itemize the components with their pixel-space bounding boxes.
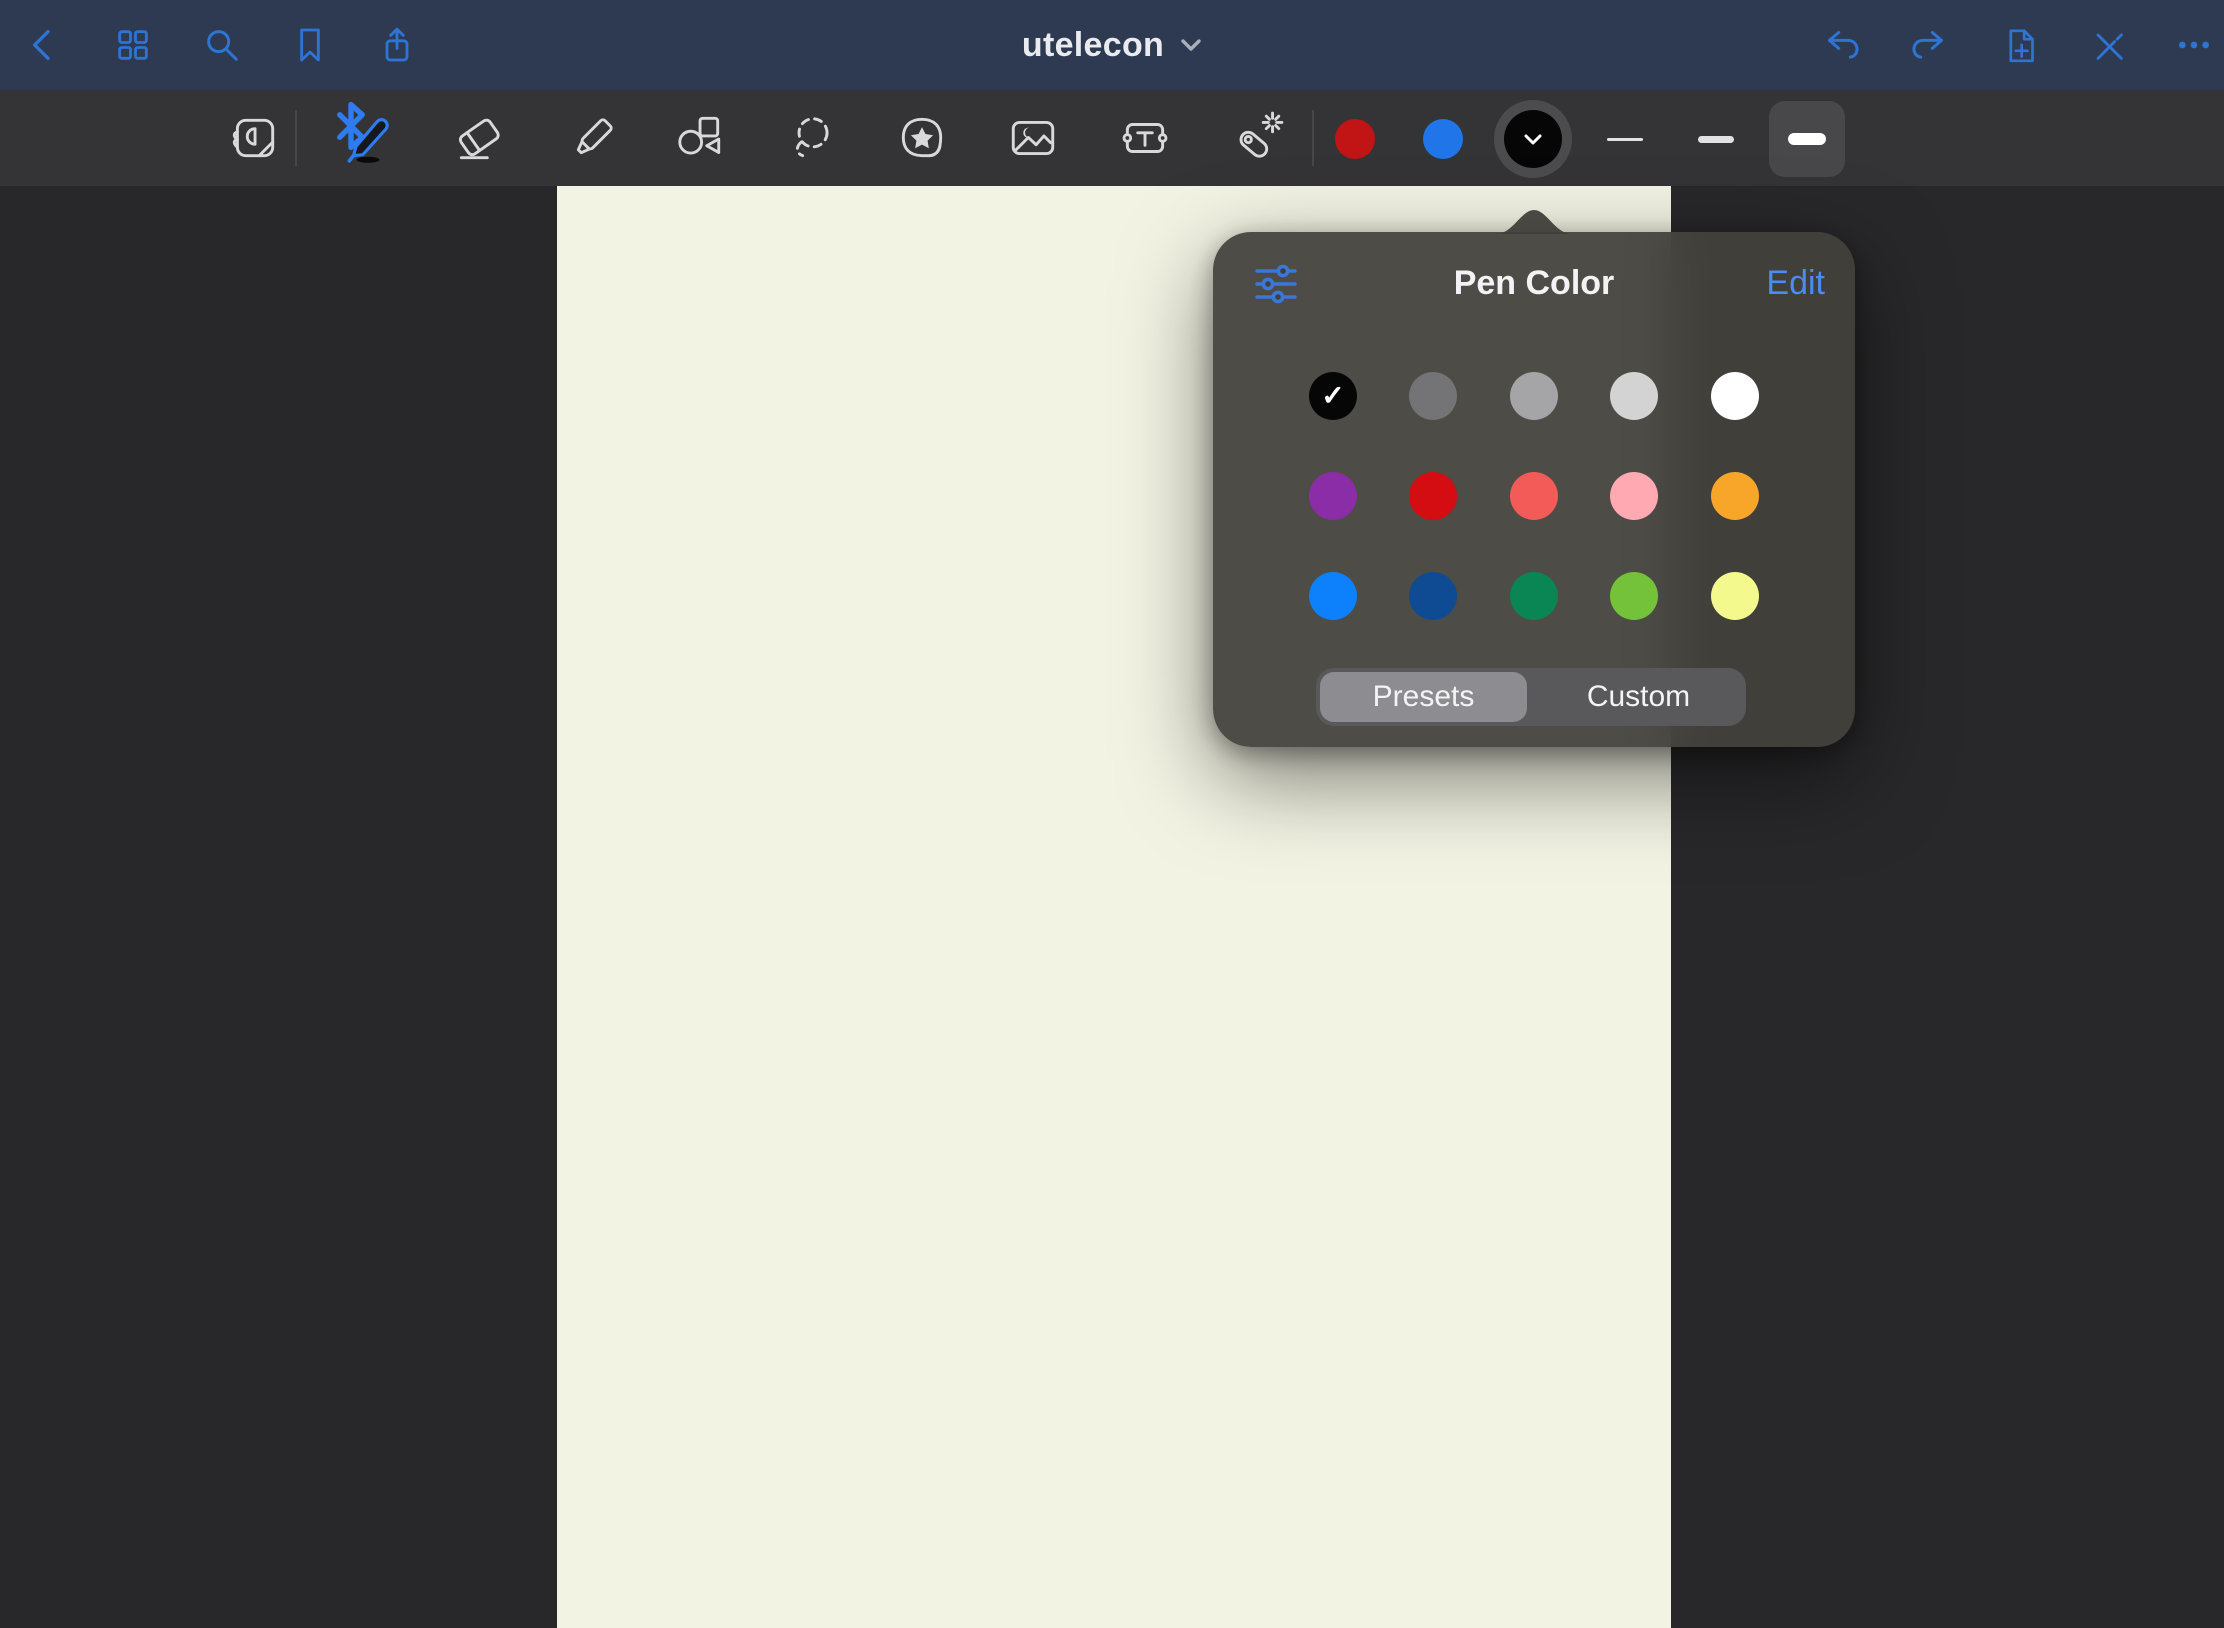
swatch-blue[interactable] [1309,572,1357,620]
swatch-coral[interactable] [1510,472,1558,520]
check-icon: ✓ [1321,382,1344,410]
current-color-swatch [1504,110,1562,168]
stroke-thick-button[interactable] [1769,101,1845,177]
swatch-black[interactable]: ✓ [1309,372,1357,420]
app-screen: utelecon [0,0,2224,1628]
quick-colors [1335,119,1463,159]
swatch-navy[interactable] [1409,572,1457,620]
page-view-icon[interactable] [227,111,281,165]
shapes-tool-icon[interactable] [672,111,726,165]
bluetooth-icon [324,99,344,129]
pen-color-popover: Pen Color Edit ✓ PresetsCustom [1213,232,1855,747]
bookmark-icon[interactable] [290,25,330,65]
document-title[interactable]: utelecon [1022,26,1164,65]
swatch-dark-gray[interactable] [1409,372,1457,420]
swatch-orange[interactable] [1711,472,1759,520]
text-tool-icon[interactable] [1118,111,1172,165]
swatch-pink[interactable] [1610,472,1658,520]
tool-bar [0,90,2224,186]
sticker-tool-icon[interactable] [895,111,949,165]
swatch-green[interactable] [1510,572,1558,620]
segmented-control: PresetsCustom [1316,668,1746,726]
swatch-gray[interactable] [1510,372,1558,420]
swatch-purple[interactable] [1309,472,1357,520]
pen-tool-icon[interactable] [340,111,394,165]
chevron-down-icon [1523,133,1543,146]
swatch-yellow[interactable] [1711,572,1759,620]
quick-color-red[interactable] [1335,119,1375,159]
toolbar-separator [1312,110,1314,166]
popover-arrow [1496,208,1572,234]
title-row: utelecon [0,0,2224,90]
redo-icon[interactable] [1909,25,1949,65]
grid-overview-icon[interactable] [113,25,153,65]
highlighter-tool-icon[interactable] [566,111,620,165]
search-icon[interactable] [202,25,242,65]
stroke-line [1698,136,1734,143]
more-icon[interactable] [2174,25,2214,65]
laser-pointer-tool-icon[interactable] [1231,111,1285,165]
stroke-line [1607,138,1643,141]
swatch-light-gray[interactable] [1610,372,1658,420]
swatch-white[interactable] [1711,372,1759,420]
tab-presets[interactable]: Presets [1320,672,1527,722]
tab-custom[interactable]: Custom [1535,672,1742,722]
undo-icon[interactable] [1822,25,1862,65]
stroke-widths [1593,107,1866,171]
lasso-tool-icon[interactable] [785,111,839,165]
back-icon[interactable] [23,25,63,65]
toolbar-separator [295,110,297,166]
current-color-selector[interactable] [1494,100,1572,178]
stroke-thin-button[interactable] [1593,107,1657,171]
title-chevron-down-icon [1180,38,1202,52]
eraser-tool-icon[interactable] [452,111,506,165]
stroke-line [1788,133,1826,145]
image-tool-icon[interactable] [1006,111,1060,165]
swatch-red[interactable] [1409,472,1457,520]
swatch-light-green[interactable] [1610,572,1658,620]
quick-color-blue[interactable] [1423,119,1463,159]
nav-bar: utelecon [0,0,2224,90]
stylus-cross-icon[interactable] [2088,25,2128,65]
share-icon[interactable] [377,25,417,65]
add-page-icon[interactable] [2000,25,2040,65]
stroke-medium-button[interactable] [1684,107,1748,171]
